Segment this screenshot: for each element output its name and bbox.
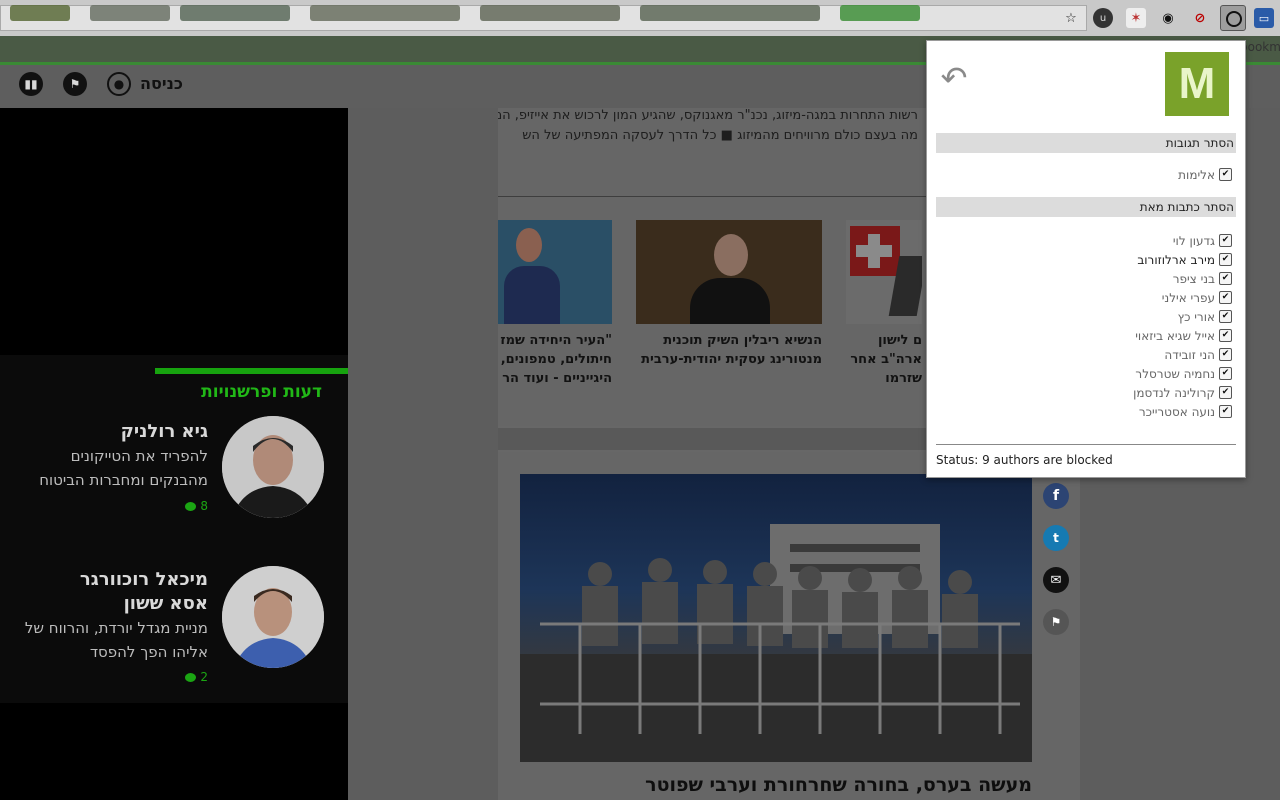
comment-count[interactable]: 8 [185,499,208,513]
author-label: אייל שגיא ביזאוי [1135,328,1215,343]
checkbox[interactable]: ✔ [1219,367,1232,380]
comment-count-value: 2 [200,670,208,684]
article-snippet[interactable]: מה בעצם כולם מרוויחים מהמיזוג ■ כל הדרך … [498,128,918,143]
author-filter-option[interactable]: ✔ מירב ארלוזורוב [1000,250,1232,269]
checkbox[interactable]: ✔ [1219,405,1232,418]
login-link[interactable]: כניסה [140,74,183,93]
author-label: גדעון לוי [1172,233,1215,248]
author-name[interactable]: אסא ששון [0,593,208,614]
checkbox[interactable]: ✔ [1219,272,1232,285]
bookmark-item[interactable] [480,5,620,21]
author-filter-option[interactable]: ✔ אייל שגיא ביזאוי [1000,326,1232,345]
bookmark-item[interactable] [640,5,820,21]
article-hero-image[interactable] [520,474,1032,762]
author-label: נחמיה שטרסלר [1135,366,1215,381]
author-filter-option[interactable]: ✔ גדעון לוי [1000,231,1232,250]
thumb-caption[interactable]: מנטורינג עסקית יהודית-ערבית [636,350,822,369]
article-snippet[interactable]: רשות התחרות במגה-מיזוג, נכנ"ר מאגנוקס, ש… [498,108,918,123]
pinwheel-icon[interactable]: ✶ [1126,8,1146,28]
option-label: אלימות [1178,167,1215,182]
author-filter-option[interactable]: ✔ אורי כץ [1000,307,1232,326]
ad-slot [0,108,348,356]
comment-icon [185,501,197,511]
author-label: אורי כץ [1177,309,1215,324]
thumbnail[interactable] [636,220,822,324]
opinion-headline[interactable]: מהבנקים ומחברות הביטוח [0,468,208,492]
save-article-icon[interactable]: ⚑ [1043,609,1069,635]
email-share-icon[interactable]: ✉ [1043,567,1069,593]
extension-logo: M [1165,52,1229,116]
opinion-headline[interactable]: מניית מגדל יורדת, והרווח של [0,616,208,640]
opinion-headline[interactable]: להפריד את הטייקונים [0,444,208,468]
author-name[interactable]: גיא רולניק [0,421,208,442]
author-filter-option[interactable]: ✔ הני זובידה [1000,345,1232,364]
checkbox[interactable]: ✔ [1219,329,1232,342]
author-label: נועה אסטרייכר [1138,404,1215,419]
comment-count[interactable]: 2 [185,670,208,684]
thumbnail[interactable] [498,220,612,324]
ublock-icon[interactable]: u [1093,8,1113,28]
article-headline[interactable]: מעשה בערס, בחורה שחרחורת וערבי שפוטר [520,774,1032,796]
adblock-icon[interactable]: ⊘ [1190,8,1210,28]
avatar[interactable] [222,416,324,518]
thumb-caption[interactable]: הנשיא ריבלין השיק תוכנית [636,331,822,350]
thumb-caption[interactable]: "העיר היחידה שמז [498,331,612,350]
thumb-caption[interactable]: ארה"ב אחר [846,350,922,369]
opinions-title[interactable]: דעות ופרשנויות [0,382,322,402]
thumb-caption[interactable]: היגייניים - ועוד הר [498,369,612,388]
bookmark-item[interactable] [90,5,170,21]
author-filter-option[interactable]: ✔ קרולינה לנדסמן [1000,383,1232,402]
checkbox[interactable]: ✔ [1219,291,1232,304]
bookmark-item[interactable] [840,5,920,21]
ad-slot [0,703,348,800]
checkbox[interactable]: ✔ [1219,386,1232,399]
comment-filter-option[interactable]: ✔ אלימות [1000,165,1232,184]
bookmarks-overflow-label[interactable]: bookm [1240,40,1280,54]
avatar[interactable] [222,566,324,668]
facebook-share-icon[interactable]: f [1043,483,1069,509]
comment-icon [185,672,197,682]
author-filter-option[interactable]: ✔ בני ציפר [1000,269,1232,288]
stats-icon[interactable]: ▮▮ [19,72,43,96]
author-filter-option[interactable]: ✔ עפרי אילני [1000,288,1232,307]
thumb-caption[interactable]: חיתולים, טמפונים, [498,350,612,369]
author-label: מירב ארלוזורוב [1137,252,1215,267]
globe-icon[interactable]: ◉ [1158,8,1178,28]
author-label: קרולינה לנדסמן [1133,385,1215,400]
author-filter-option[interactable]: ✔ נועה אסטרייכר [1000,402,1232,421]
checkbox[interactable]: ✔ [1219,310,1232,323]
star-icon[interactable]: ☆ [1061,8,1081,28]
author-label: בני ציפר [1172,271,1215,286]
checkbox[interactable]: ✔ [1219,234,1232,247]
thumb-caption[interactable]: ם לישון [846,331,922,350]
divider [936,444,1236,445]
author-label: הני זובידה [1164,347,1215,362]
checkbox[interactable]: ✔ [1219,168,1232,181]
bookmark-item[interactable] [310,5,460,21]
hide-extension-icon[interactable] [1220,5,1246,31]
thumb-caption[interactable]: שזרמו [846,369,922,388]
thumbnail[interactable] [846,220,922,324]
opinion-headline[interactable]: אליהו הפך להפסד [0,640,208,664]
window-icon[interactable]: ▭ [1254,8,1274,28]
bookmark-icon[interactable]: ⚑ [63,72,87,96]
section-header-authors: הסתר כתבות מאת [936,197,1236,217]
opinions-accent-bar [155,368,348,374]
author-label: עפרי אילני [1161,290,1215,305]
section-header-comments: הסתר תגובות [936,133,1236,153]
comment-count-value: 8 [200,499,208,513]
bookmark-item[interactable] [180,5,290,21]
author-name[interactable]: מיכאל רוכוורגר [0,569,208,590]
back-arrow-icon[interactable]: ↶ [936,59,972,97]
author-filter-option[interactable]: ✔ נחמיה שטרסלר [1000,364,1232,383]
checkbox[interactable]: ✔ [1219,348,1232,361]
twitter-share-icon[interactable]: t [1043,525,1069,551]
user-icon[interactable]: ● [107,72,131,96]
status-text: Status: 9 authors are blocked [936,453,1113,467]
bookmark-item[interactable] [10,5,70,21]
checkbox[interactable]: ✔ [1219,253,1232,266]
